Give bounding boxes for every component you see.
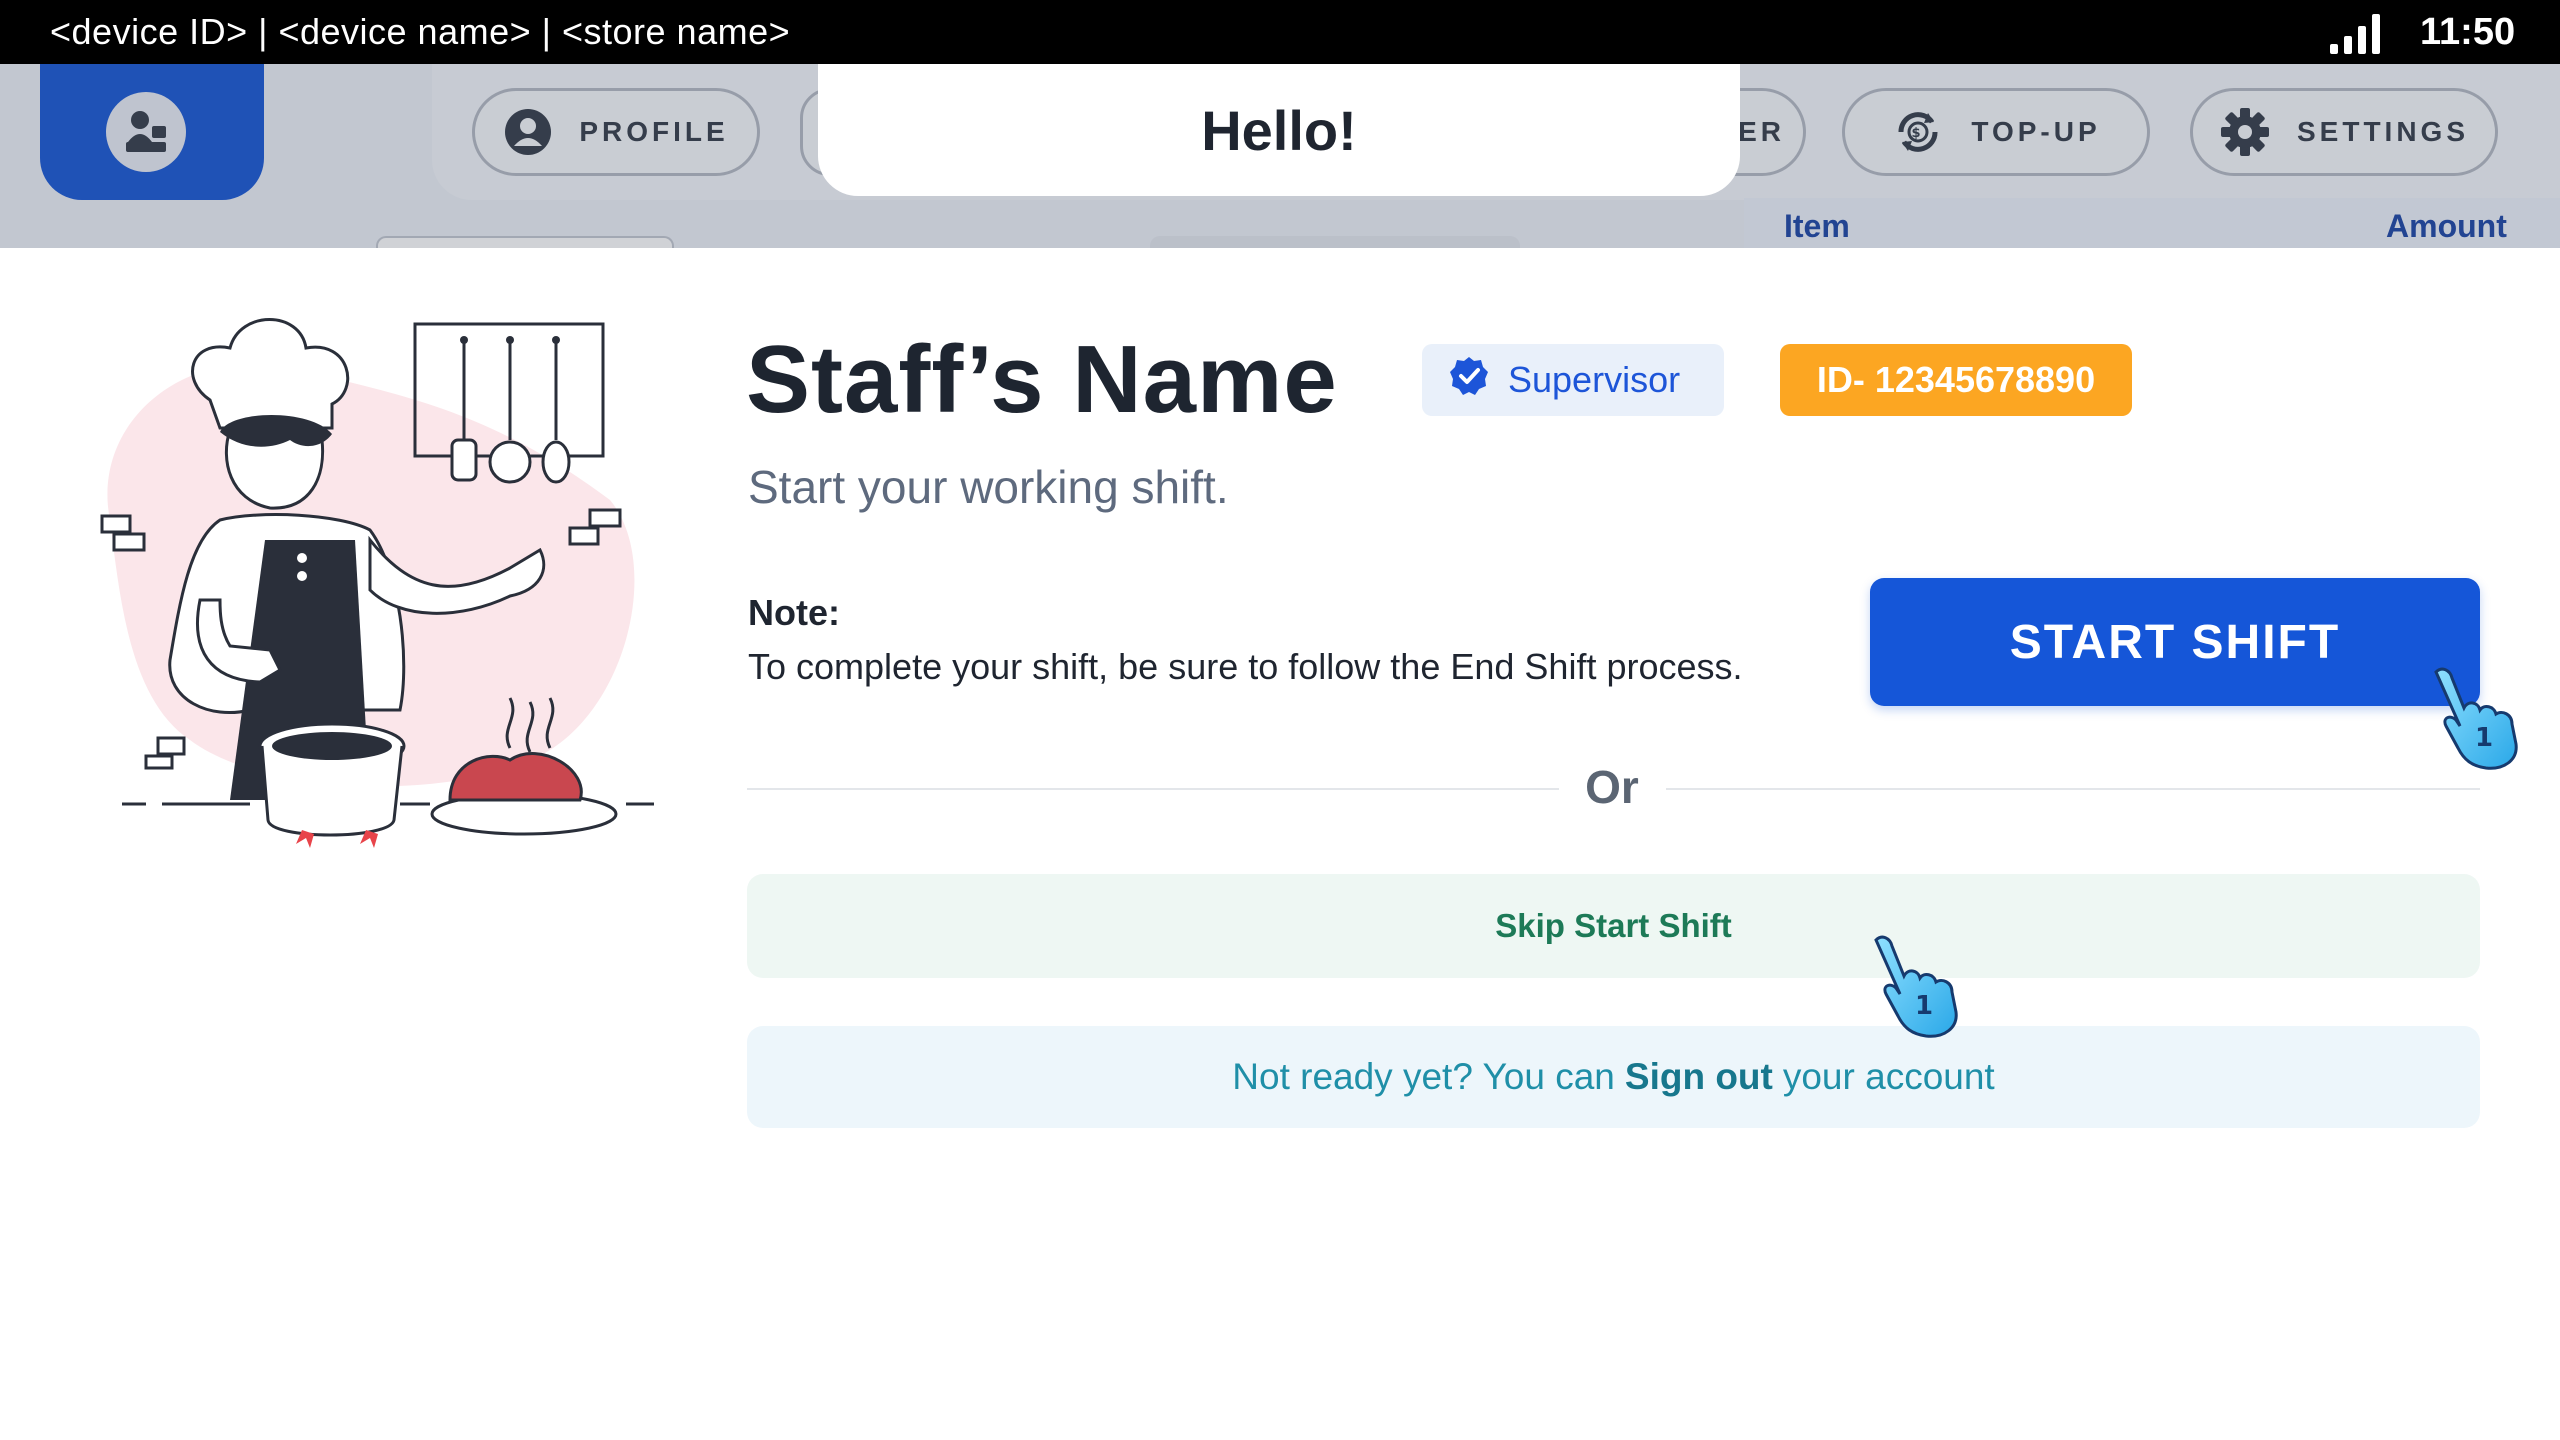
settings-button[interactable]: SETTINGS xyxy=(2190,88,2498,176)
item-column-header: Item xyxy=(1784,208,1850,244)
order-table-header: Item Amount xyxy=(1744,198,2560,248)
topup-button[interactable]: $ TOP-UP xyxy=(1842,88,2150,176)
signout-prompt: Not ready yet? You can Sign out your acc… xyxy=(747,1026,2480,1128)
divider-left xyxy=(747,788,1559,790)
start-shift-button[interactable]: START SHIFT xyxy=(1870,578,2480,706)
background-field-hint xyxy=(1150,236,1520,248)
amount-column-header: Amount xyxy=(2386,208,2507,244)
profile-label: PROFILE xyxy=(579,116,729,147)
greeting-banner: Hello! xyxy=(818,64,1740,196)
chef-cooking-illustration xyxy=(70,300,670,865)
staff-name-title: Staff’s Name xyxy=(746,326,1338,433)
skip-start-shift-button[interactable]: Skip Start Shift xyxy=(747,874,2480,978)
cashier-icon xyxy=(106,92,186,172)
verified-check-icon xyxy=(1448,355,1490,406)
role-label: Supervisor xyxy=(1508,359,1681,400)
svg-text:$: $ xyxy=(1912,126,1925,141)
profile-button[interactable]: PROFILE xyxy=(472,88,760,176)
clock-time: 11:50 xyxy=(2420,11,2516,53)
user-circle-icon xyxy=(503,107,553,157)
gear-icon xyxy=(2219,106,2271,158)
topup-refresh-dollar-icon: $ xyxy=(1891,105,1945,159)
role-badge: Supervisor xyxy=(1422,344,1724,416)
note-label: Note: xyxy=(748,592,840,633)
or-separator: Or xyxy=(1585,761,1639,813)
settings-label: SETTINGS xyxy=(2296,116,2469,147)
shift-subtitle: Start your working shift. xyxy=(748,461,1229,513)
topup-label: TOP-UP xyxy=(1971,116,2101,147)
greeting-text: Hello! xyxy=(1201,98,1357,162)
tap-hand-icon: 1 xyxy=(2424,664,2534,779)
status-bar: <device ID> | <device name> | <store nam… xyxy=(0,0,2560,64)
note-text: To complete your shift, be sure to follo… xyxy=(748,646,1743,687)
tap-count: 1 xyxy=(2475,723,2493,753)
signout-prefix: Not ready yet? You can xyxy=(1232,1056,1615,1097)
device-info: <device ID> | <device name> | <store nam… xyxy=(50,11,791,52)
background-field-hint xyxy=(376,236,674,248)
signout-suffix: your account xyxy=(1782,1056,1995,1097)
divider-right xyxy=(1666,788,2480,790)
staff-id-badge: ID- 12345678890 xyxy=(1780,344,2132,416)
tap-hand-icon: 1 xyxy=(1864,932,1974,1047)
signout-link[interactable]: Sign out xyxy=(1625,1056,1773,1098)
signal-bars-icon xyxy=(2330,12,2390,59)
tap-count: 1 xyxy=(1915,991,1933,1021)
app-logo-tile xyxy=(40,64,264,200)
